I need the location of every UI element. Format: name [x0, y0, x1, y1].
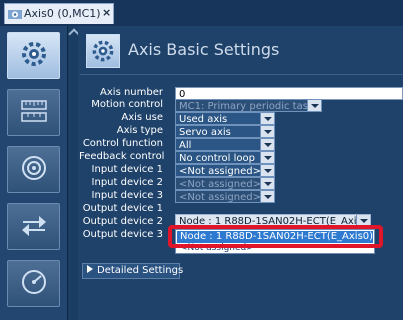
- axis-basic-settings-icon: [86, 34, 120, 68]
- sidebar-item-operation-settings[interactable]: [7, 146, 60, 193]
- close-icon[interactable]: ×: [102, 6, 111, 19]
- motion-control-select: MC1: Primary periodic task: [175, 99, 322, 112]
- axis-tab-icon: [8, 8, 22, 20]
- axis-type-label: Axis type: [116, 125, 163, 136]
- axis-use-label: Axis use: [121, 112, 163, 123]
- motion-control-value: MC1: Primary periodic task: [179, 101, 314, 112]
- tab-axis0[interactable]: Axis0 (0,MC1) ×: [4, 3, 114, 24]
- axis-type-select[interactable]: Servo axis: [175, 125, 275, 138]
- output-device-2-label: Output device 2: [82, 216, 163, 227]
- chevron-down-icon[interactable]: [260, 139, 274, 150]
- axis-use-value: Used axis: [179, 114, 228, 125]
- output-device-1-label: Output device 1: [82, 203, 163, 214]
- settings-sidebar: [0, 26, 67, 320]
- chevron-down-icon: [260, 178, 274, 189]
- motion-control-label: Motion control: [91, 99, 163, 110]
- input-device-3-value: <Not assigned>: [179, 192, 261, 203]
- input-device-3-label: Input device 3: [91, 190, 163, 201]
- sidebar-item-limit-settings[interactable]: [7, 260, 60, 307]
- arrows-icon: [19, 210, 49, 244]
- axis-number-label: Axis number: [100, 87, 163, 98]
- tab-label: Axis0 (0,MC1): [24, 7, 101, 20]
- feedback-control-value: No control loop: [179, 153, 255, 164]
- gauge-icon: [19, 267, 49, 301]
- feedback-control-select[interactable]: No control loop: [175, 151, 275, 164]
- control-function-select[interactable]: All: [175, 138, 275, 151]
- chevron-down-icon[interactable]: [260, 165, 274, 176]
- axis-type-value: Servo axis: [179, 127, 231, 138]
- chevron-down-icon[interactable]: [260, 152, 274, 163]
- sidebar-item-axis-basic-settings[interactable]: [7, 32, 60, 79]
- input-device-2-value: <Not assigned>: [179, 179, 261, 190]
- axis-use-select[interactable]: Used axis: [175, 112, 275, 125]
- input-device-2-label: Input device 2: [91, 177, 163, 188]
- control-function-value: All: [179, 140, 192, 151]
- feedback-control-label: Feedback control: [79, 151, 165, 162]
- control-function-label: Control function: [82, 138, 163, 149]
- chevron-down-icon: [260, 191, 274, 202]
- tab-bar: Axis0 (0,MC1) ×: [0, 0, 403, 26]
- chevron-down-icon[interactable]: [260, 113, 274, 124]
- detailed-settings-label: Detailed Settings: [97, 265, 184, 276]
- input-device-2-select: <Not assigned>: [175, 177, 275, 190]
- input-device-1-label: Input device 1: [91, 164, 163, 175]
- highlight-box: [168, 225, 383, 248]
- axis-settings-icon: [19, 39, 49, 73]
- rotation-icon: [19, 153, 49, 187]
- input-device-1-select[interactable]: <Not assigned>: [175, 164, 275, 177]
- expand-arrow-icon: [87, 265, 93, 273]
- detailed-settings-button[interactable]: Detailed Settings: [82, 263, 184, 279]
- page-title: Axis Basic Settings: [128, 40, 280, 59]
- input-device-1-value: <Not assigned>: [179, 166, 261, 177]
- chevron-down-icon[interactable]: [260, 126, 274, 137]
- input-device-3-select: <Not assigned>: [175, 190, 275, 203]
- scale-icon: [19, 96, 49, 130]
- sidebar-item-unit-conversion[interactable]: [7, 89, 60, 136]
- header-divider: [80, 74, 403, 75]
- chevron-down-icon: [307, 100, 321, 111]
- sidebar-item-homing-settings[interactable]: [7, 203, 60, 250]
- output-device-3-label: Output device 3: [82, 229, 163, 240]
